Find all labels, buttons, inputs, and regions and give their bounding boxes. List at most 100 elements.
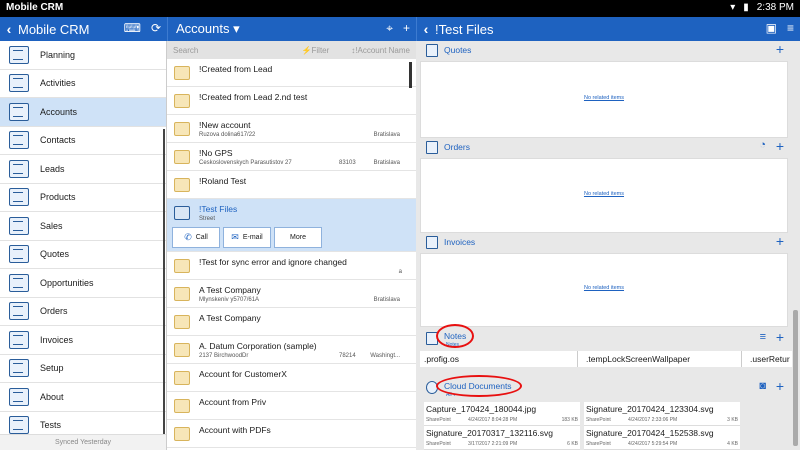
account-zip: 78214: [339, 353, 356, 359]
search-input[interactable]: Search: [173, 46, 302, 55]
document-name: Signature_20170317_132116.svg: [426, 428, 553, 438]
camera-icon[interactable]: ◙: [759, 380, 766, 392]
sidebar-item-setup[interactable]: Setup: [0, 355, 166, 383]
orders-section-header: Orders ◔ +: [420, 138, 788, 158]
sidebar-item-products[interactable]: Products: [0, 184, 166, 212]
email-label: E-mail: [242, 234, 263, 241]
document-item[interactable]: Signature_20170317_132116.svg SharePoint…: [424, 426, 580, 450]
sidebar-item-planning[interactable]: Planning: [0, 41, 166, 70]
add-invoice-button[interactable]: +: [776, 233, 784, 249]
map-pin-icon[interactable]: ⌖: [386, 21, 393, 36]
account-city: Bratislava: [373, 160, 400, 166]
document-item[interactable]: Signature_20170424_123304.svg SharePoint…: [584, 402, 740, 426]
accounts-list: !Created from Lead !Created from Lead 2.n…: [167, 59, 416, 448]
sidebar-item-leads[interactable]: Leads: [0, 155, 166, 184]
add-note-button[interactable]: +: [776, 329, 784, 345]
no-related-invoices: No related items: [583, 285, 625, 291]
document-source: SharePoint: [586, 417, 611, 423]
account-row[interactable]: !Created from Lead 2.nd test: [167, 87, 416, 115]
account-row[interactable]: Account from Priv: [167, 392, 416, 420]
account-row[interactable]: !Created from Lead: [167, 59, 416, 87]
more-button[interactable]: More: [274, 227, 322, 248]
sidebar-item-opportunities[interactable]: Opportunities: [0, 269, 166, 298]
email-button[interactable]: ✉ E-mail: [223, 227, 271, 248]
account-name: !New account: [199, 120, 251, 130]
add-document-button[interactable]: +: [776, 378, 784, 394]
document-item[interactable]: Capture_170424_180044.jpg SharePoint 4/2…: [424, 402, 580, 426]
account-address: Mlynskeniv y5707/61A: [199, 297, 260, 303]
sidebar-item-label: Tests: [40, 420, 62, 431]
account-row[interactable]: !Test for sync error and ignore changed a: [167, 252, 416, 280]
account-row[interactable]: !New account Ruzova dolina617/22 Bratislav…: [167, 115, 416, 143]
account-name: Account for CustomerX: [199, 369, 287, 379]
search-bar[interactable]: Search ⚡Filter ↕!Account Name: [167, 41, 416, 59]
back-arrow-icon[interactable]: ‹: [417, 21, 435, 37]
refresh-icon[interactable]: ⟳: [151, 21, 161, 35]
document-name: Signature_20170424_123304.svg: [586, 404, 714, 414]
sidebar-item-label: Activities: [40, 78, 76, 89]
detail-pane: Quotes + No related items Orders ◔ + No …: [416, 41, 800, 450]
account-row[interactable]: !Roland Test: [167, 171, 416, 199]
document-item[interactable]: Signature_20170424_152538.svg SharePoint…: [584, 426, 740, 450]
account-name: !Created from Lead: [199, 64, 273, 74]
filter-label: Filter: [311, 45, 330, 55]
call-button[interactable]: ✆ Call: [172, 227, 220, 248]
nav-header: ‹ Mobile CRM ⌨ ⟳: [0, 17, 167, 41]
account-row[interactable]: !No GPS Ceskoslovenskych Parasutistov 27 8…: [167, 143, 416, 171]
back-arrow-icon[interactable]: ‹: [0, 21, 18, 37]
account-row[interactable]: A Test Company Mlynskeniv y5707/61A Bratis…: [167, 280, 416, 308]
sidebar-item-invoices[interactable]: Invoices: [0, 326, 166, 355]
save-icon[interactable]: ▣: [766, 21, 777, 35]
orders-icon: [9, 302, 29, 321]
account-row[interactable]: Account with PDFs: [167, 420, 416, 448]
sidebar-item-about[interactable]: About: [0, 383, 166, 412]
account-card-icon: [174, 427, 190, 441]
detail-header-icons: ▣ ≡: [766, 21, 794, 35]
note-item[interactable]: .profig.os: [420, 351, 578, 367]
invoices-section-header: Invoices +: [420, 233, 788, 253]
sidebar-item-quotes[interactable]: Quotes: [0, 241, 166, 269]
sidebar-item-activities[interactable]: Activities: [0, 70, 166, 98]
account-city: Bratislava: [373, 297, 400, 303]
accounts-title[interactable]: Accounts ▾: [176, 21, 240, 37]
detail-scrollbar[interactable]: [793, 310, 798, 446]
account-card-icon: [174, 66, 190, 80]
sidebar-item-sales[interactable]: Sales: [0, 212, 166, 241]
account-card-icon: [174, 259, 190, 273]
note-item[interactable]: .tempLockScreenWallpaper: [582, 351, 742, 367]
add-icon[interactable]: +: [403, 21, 410, 36]
account-row[interactable]: A. Datum Corporation (sample) 2137 Birchw…: [167, 336, 416, 364]
sidebar-item-contacts[interactable]: Contacts: [0, 127, 166, 155]
account-card-icon: [174, 150, 190, 164]
sidebar-scrollbar[interactable]: [163, 129, 165, 450]
account-row[interactable]: !Test Files Street ✆ Call ✉ E-mail More: [167, 199, 416, 252]
filter-button[interactable]: ⚡Filter: [302, 46, 330, 55]
account-row[interactable]: A Test Company: [167, 308, 416, 336]
sync-settings-icon[interactable]: ⌨: [124, 21, 141, 35]
list-view-icon[interactable]: ≡: [760, 331, 766, 343]
quotes-section-header: Quotes +: [420, 41, 788, 61]
sort-button[interactable]: ↕!Account Name: [351, 46, 410, 55]
add-quote-button[interactable]: +: [776, 41, 784, 57]
sidebar-item-orders[interactable]: Orders: [0, 298, 166, 326]
more-label: More: [290, 234, 306, 241]
note-item[interactable]: .userRetur: [746, 351, 792, 367]
menu-icon[interactable]: ≡: [787, 21, 794, 35]
account-card-icon: [174, 206, 190, 220]
account-row[interactable]: Account for CustomerX: [167, 364, 416, 392]
add-order-button[interactable]: +: [776, 138, 784, 154]
wifi-icon: ▾: [730, 2, 736, 13]
account-city: a: [398, 269, 402, 275]
sidebar-item-accounts[interactable]: Accounts: [0, 98, 166, 127]
accounts-scrollbar[interactable]: [409, 62, 412, 88]
nav-list: Planning Activities Accounts Contacts Leads P…: [0, 41, 166, 440]
sidebar-item-label: Orders: [40, 306, 68, 317]
activities-icon: [9, 74, 29, 93]
battery-icon: ▮: [743, 2, 749, 13]
sidebar: Planning Activities Accounts Contacts Leads P…: [0, 41, 167, 450]
pie-chart-icon[interactable]: ◔: [759, 139, 766, 151]
accounts-list-pane: Search ⚡Filter ↕!Account Name !Created f…: [167, 41, 416, 450]
account-name: A Test Company: [199, 313, 261, 323]
orders-section-body: No related items: [420, 158, 788, 233]
account-card-icon: [174, 315, 190, 329]
